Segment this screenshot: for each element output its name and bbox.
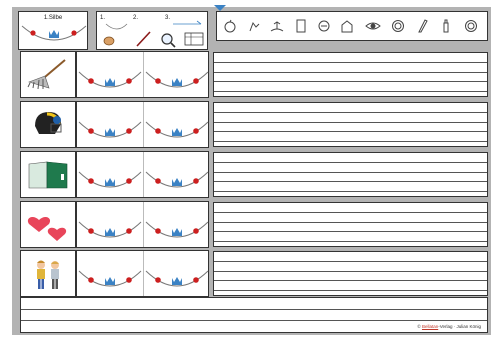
sentence-writing-area[interactable]: © Bellatan-Verlag · Julian König xyxy=(20,297,488,333)
row-4-picture xyxy=(20,201,76,248)
writing-line xyxy=(214,112,487,113)
writing-line xyxy=(214,181,487,182)
row-5-writing-lines[interactable] xyxy=(213,251,488,296)
writing-line xyxy=(21,309,487,310)
syllable-arc xyxy=(78,221,142,238)
pencil-icon xyxy=(418,19,428,33)
hand-pointing-icon xyxy=(249,21,260,32)
syllable-arc-icon xyxy=(21,25,87,41)
syllable-arc xyxy=(78,71,142,88)
writing-line xyxy=(214,122,487,123)
row-3-picture xyxy=(20,151,76,198)
row-3-writing-lines[interactable] xyxy=(213,152,488,197)
bottle-icon xyxy=(443,19,449,33)
money-icon xyxy=(465,20,477,32)
syllable-arc xyxy=(145,221,209,238)
hearts-icon xyxy=(27,217,67,241)
row-2-picture xyxy=(20,101,76,148)
syllable-legend-box: 1.Silbe xyxy=(18,11,88,50)
row-2-writing-lines[interactable] xyxy=(213,102,488,147)
writing-line xyxy=(214,91,487,92)
writing-line xyxy=(214,280,487,281)
clock-icon xyxy=(318,20,330,32)
writing-line xyxy=(214,271,487,272)
writing-line xyxy=(214,131,487,132)
steps-box: 1. 2. 3. xyxy=(96,11,208,50)
row-4-syllables xyxy=(76,201,209,248)
row-3-syllables xyxy=(76,151,209,198)
house-icon xyxy=(341,20,353,33)
syllable-arc xyxy=(78,270,142,287)
coin-icon xyxy=(392,20,404,32)
writing-line xyxy=(214,231,487,232)
island-icon xyxy=(270,21,284,32)
writing-line xyxy=(214,141,487,142)
syllable-arc xyxy=(145,270,209,287)
folder-icon xyxy=(28,161,68,189)
syllable-arc xyxy=(145,71,209,88)
writing-line xyxy=(214,241,487,242)
writing-line xyxy=(214,62,487,63)
rake-icon xyxy=(27,59,66,90)
writing-line xyxy=(214,72,487,73)
eye-icon xyxy=(365,22,381,30)
row-1-picture xyxy=(20,51,76,98)
row-5-syllables xyxy=(76,250,209,297)
row-1-writing-lines[interactable] xyxy=(213,52,488,97)
icons-strip xyxy=(216,11,488,41)
writing-line xyxy=(214,261,487,262)
writing-line xyxy=(214,290,487,291)
syllable-arc xyxy=(78,121,142,138)
writing-line xyxy=(214,222,487,223)
bookmark-icon xyxy=(214,5,226,11)
row-4-writing-lines[interactable] xyxy=(213,202,488,247)
writing-line xyxy=(21,320,487,321)
apple-icon xyxy=(224,19,236,33)
writing-line xyxy=(214,81,487,82)
row-5-picture xyxy=(20,250,76,297)
writing-line xyxy=(214,162,487,163)
publisher-name: Bellatan xyxy=(421,324,439,329)
worksheet: 1.Silbe 1. 2. 3. © Bellatan-Verlag · Jul… xyxy=(12,5,491,335)
steps-illustration xyxy=(103,20,204,48)
football-helmet-icon xyxy=(35,112,62,134)
syllable-arc xyxy=(145,121,209,138)
syllable-arc xyxy=(145,171,209,188)
book-icon xyxy=(296,19,306,33)
row-2-syllables xyxy=(76,101,209,148)
writing-line xyxy=(214,212,487,213)
writing-line xyxy=(214,172,487,173)
syllable-arc xyxy=(78,171,142,188)
children-icon xyxy=(37,260,59,289)
row-1-syllables xyxy=(76,51,209,98)
copyright-credit: © Bellatan-Verlag · Julian König xyxy=(417,324,481,329)
writing-line xyxy=(214,191,487,192)
